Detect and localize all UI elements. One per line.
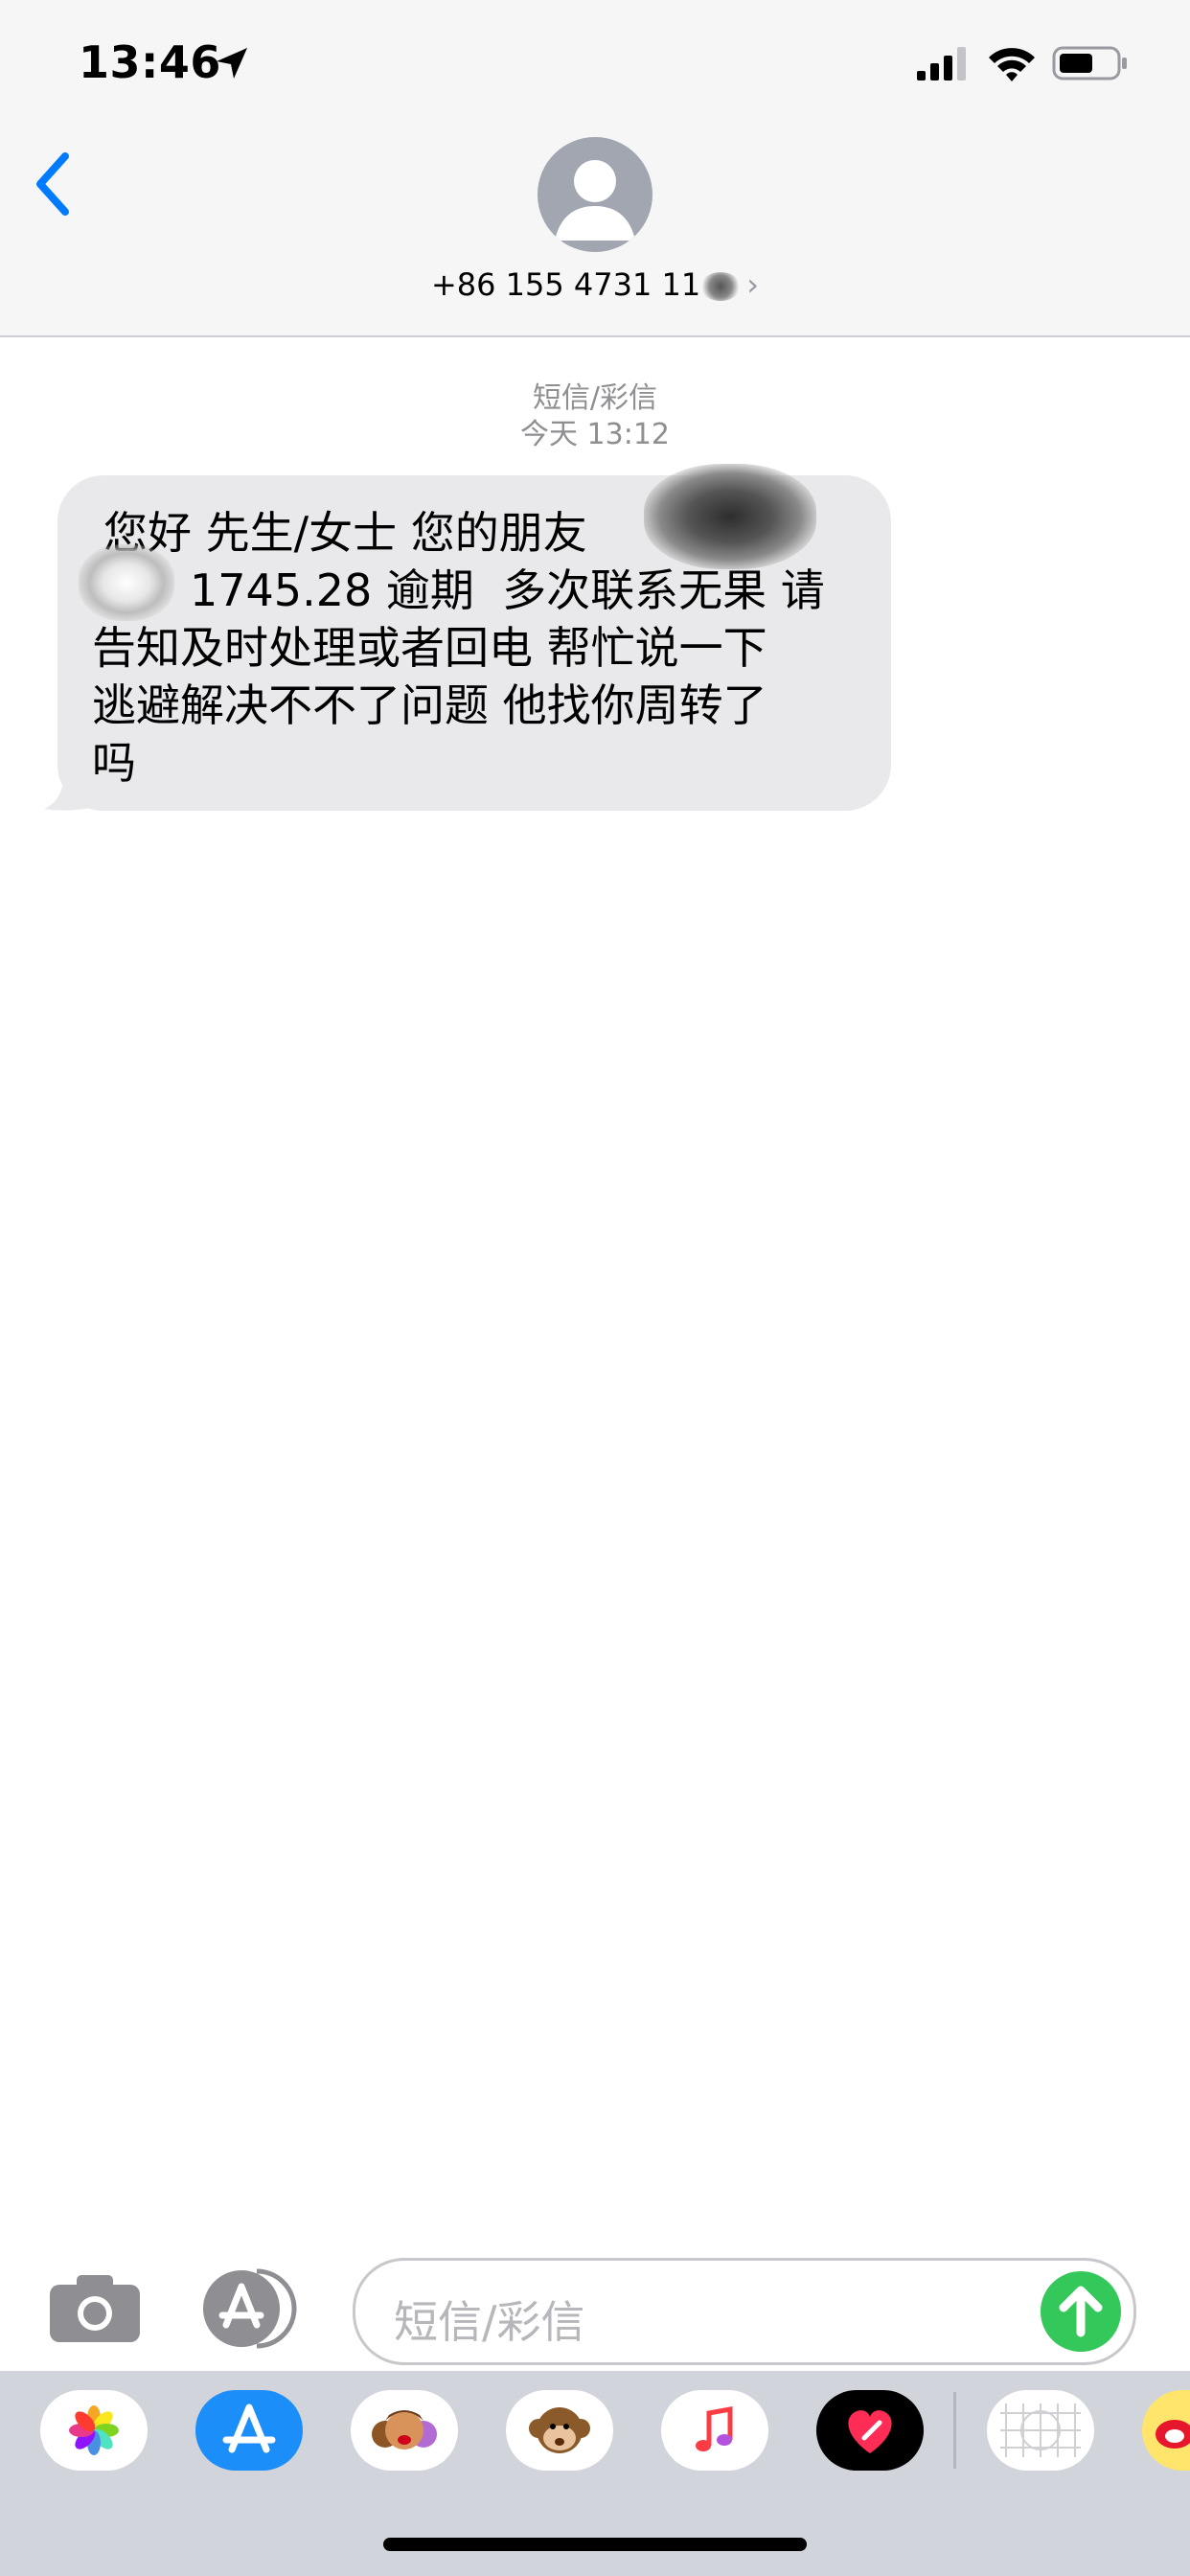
digital-touch-app[interactable] xyxy=(816,2390,924,2471)
contact-number: +86 155 4731 11 xyxy=(430,266,701,303)
photos-app[interactable] xyxy=(40,2390,148,2471)
message-line: 您好 先生/女士 您的朋友 xyxy=(103,507,587,559)
music-icon xyxy=(696,2406,733,2451)
animoji-app[interactable] xyxy=(506,2390,613,2471)
animoji-monkey-icon xyxy=(529,2407,590,2453)
person-icon xyxy=(555,160,635,241)
arrow-up-icon xyxy=(1059,2286,1103,2337)
app-store-app[interactable] xyxy=(195,2390,303,2471)
cellular-signal-icon xyxy=(917,47,966,80)
message-line: 吗 xyxy=(92,737,136,789)
redaction-mark xyxy=(700,272,742,301)
digital-touch-icon xyxy=(848,2410,892,2453)
battery-icon xyxy=(1052,46,1127,80)
home-indicator[interactable] xyxy=(383,2538,807,2551)
location-arrow-icon xyxy=(217,48,247,79)
input-placeholder: 短信/彩信 xyxy=(394,2296,585,2348)
contact-name[interactable]: +86 155 4731 11 › xyxy=(0,266,1190,303)
chevron-left-icon[interactable] xyxy=(29,149,77,220)
avatar[interactable] xyxy=(538,137,652,252)
message-line: 告知及时处理或者回电 帮忙说一下 xyxy=(92,622,767,674)
message-line: 逃避解决不不了问题 他找你周转了 xyxy=(92,679,767,731)
camera-icon[interactable] xyxy=(48,2271,142,2344)
wifi-icon xyxy=(989,48,1035,81)
memoji-app[interactable] xyxy=(351,2390,458,2471)
send-button[interactable] xyxy=(1041,2271,1121,2352)
message-timestamp: 今天 13:12 xyxy=(520,418,670,451)
redaction-mark xyxy=(79,544,174,621)
status-time: 13:46 xyxy=(79,36,221,88)
chevron-right-icon: › xyxy=(746,266,760,303)
music-app[interactable] xyxy=(661,2390,768,2471)
photos-icon xyxy=(69,2405,119,2455)
redaction-mark xyxy=(644,464,816,569)
grid-app-icon xyxy=(1000,2404,1081,2457)
app-store-icon[interactable] xyxy=(197,2266,305,2352)
memoji-icon xyxy=(372,2410,437,2450)
drawer-separator xyxy=(953,2392,956,2469)
app-store-icon xyxy=(222,2404,276,2453)
message-input[interactable]: 短信/彩信 xyxy=(353,2258,1136,2365)
grid-app[interactable] xyxy=(987,2390,1094,2471)
